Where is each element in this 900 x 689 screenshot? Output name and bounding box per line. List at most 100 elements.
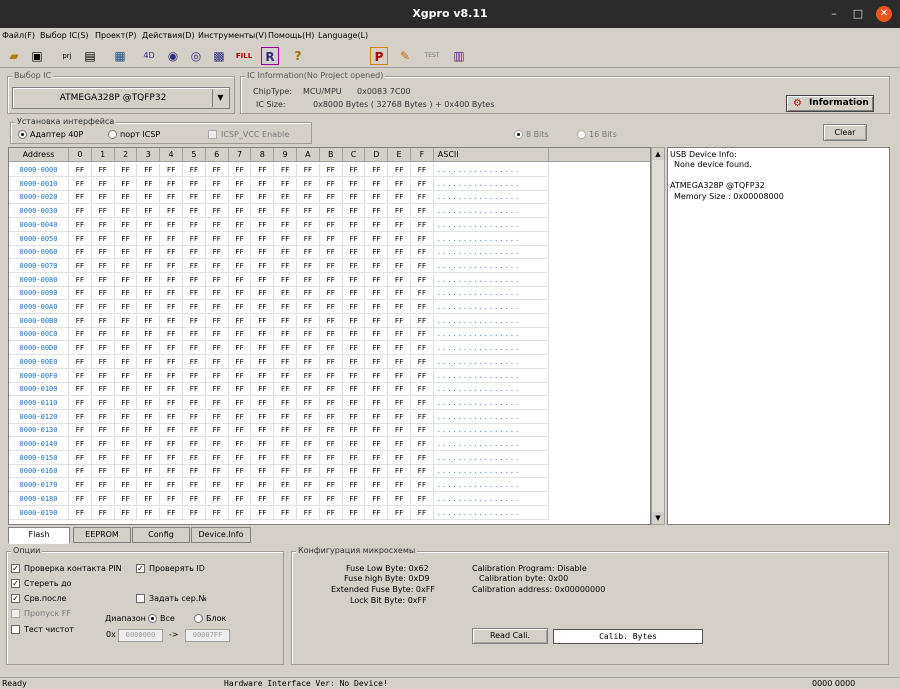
tab-eeprom[interactable]: EEPROM [73, 527, 131, 543]
byte-cell[interactable]: FF [365, 259, 389, 273]
byte-cell[interactable]: FF [183, 369, 206, 383]
byte-cell[interactable]: FF [91, 218, 115, 232]
scroll-down-icon[interactable]: ▼ [652, 512, 664, 524]
byte-cell[interactable]: FF [183, 424, 206, 438]
byte-cell[interactable]: FF [183, 383, 206, 397]
byte-cell[interactable]: FF [183, 246, 206, 260]
byte-cell[interactable]: FF [274, 287, 297, 301]
byte-cell[interactable]: FF [228, 164, 252, 177]
byte-cell[interactable]: FF [274, 205, 297, 219]
byte-cell[interactable]: FF [160, 479, 183, 493]
byte-cell[interactable]: FF [69, 383, 92, 397]
byte-cell[interactable]: FF [183, 396, 206, 410]
byte-cell[interactable]: FF [297, 410, 320, 424]
byte-cell[interactable]: FF [205, 246, 229, 260]
byte-cell[interactable]: FF [388, 328, 411, 342]
byte-cell[interactable]: FF [342, 410, 366, 424]
range-block-radio[interactable] [194, 614, 203, 623]
byte-cell[interactable]: FF [137, 232, 161, 246]
byte-cell[interactable]: FF [365, 287, 389, 301]
byte-cell[interactable]: FF [342, 205, 366, 219]
byte-cell[interactable]: FF [137, 259, 161, 273]
byte-cell[interactable]: FF [228, 246, 252, 260]
fill-icon[interactable]: FILL [235, 47, 253, 65]
byte-cell[interactable]: FF [183, 287, 206, 301]
byte-cell[interactable]: FF [297, 314, 320, 328]
byte-cell[interactable]: FF [91, 273, 115, 287]
byte-cell[interactable]: FF [114, 355, 138, 369]
byte-cell[interactable]: FF [91, 492, 115, 506]
byte-cell[interactable]: FF [137, 396, 161, 410]
byte-cell[interactable]: FF [411, 301, 434, 314]
byte-cell[interactable]: FF [160, 438, 183, 451]
byte-cell[interactable]: FF [205, 301, 229, 314]
byte-cell[interactable]: FF [251, 410, 275, 424]
range-to-field[interactable]: 00007FF [185, 629, 230, 642]
byte-cell[interactable]: FF [388, 232, 411, 246]
set-serial-checkbox[interactable] [136, 594, 145, 603]
r-icon[interactable]: R [261, 47, 279, 65]
byte-cell[interactable]: FF [114, 218, 138, 232]
byte-cell[interactable]: FF [297, 273, 320, 287]
byte-cell[interactable]: FF [388, 342, 411, 356]
byte-cell[interactable]: FF [319, 410, 343, 424]
byte-cell[interactable]: FF [114, 287, 138, 301]
byte-cell[interactable]: FF [365, 424, 389, 438]
byte-cell[interactable]: FF [319, 287, 343, 301]
byte-cell[interactable]: FF [69, 191, 92, 205]
byte-cell[interactable]: FF [411, 164, 434, 177]
byte-cell[interactable]: FF [137, 177, 161, 191]
byte-cell[interactable]: FF [160, 451, 183, 465]
byte-cell[interactable]: FF [319, 424, 343, 438]
byte-cell[interactable]: FF [228, 355, 252, 369]
byte-cell[interactable]: FF [251, 164, 275, 177]
byte-cell[interactable]: FF [69, 451, 92, 465]
byte-cell[interactable]: FF [137, 465, 161, 479]
byte-cell[interactable]: FF [251, 438, 275, 451]
byte-cell[interactable]: FF [297, 342, 320, 356]
byte-cell[interactable]: FF [137, 191, 161, 205]
byte-cell[interactable]: FF [228, 301, 252, 314]
byte-cell[interactable]: FF [319, 232, 343, 246]
byte-cell[interactable]: FF [388, 424, 411, 438]
byte-cell[interactable]: FF [205, 273, 229, 287]
byte-cell[interactable]: FF [319, 177, 343, 191]
byte-cell[interactable]: FF [91, 232, 115, 246]
menu-file[interactable]: Файл(F) [2, 31, 35, 40]
byte-cell[interactable]: FF [205, 287, 229, 301]
byte-cell[interactable]: FF [183, 191, 206, 205]
byte-cell[interactable]: FF [228, 369, 252, 383]
byte-cell[interactable]: FF [274, 438, 297, 451]
verify-icon[interactable]: ◎ [187, 47, 205, 65]
byte-cell[interactable]: FF [365, 342, 389, 356]
byte-cell[interactable]: FF [183, 479, 206, 493]
byte-cell[interactable]: FF [388, 506, 411, 520]
byte-cell[interactable]: FF [274, 259, 297, 273]
byte-cell[interactable]: FF [274, 506, 297, 520]
byte-cell[interactable]: FF [183, 314, 206, 328]
byte-cell[interactable]: FF [160, 410, 183, 424]
byte-cell[interactable]: FF [365, 246, 389, 260]
save-project-icon[interactable]: ▤ [81, 47, 99, 65]
byte-cell[interactable]: FF [411, 259, 434, 273]
byte-cell[interactable]: FF [365, 177, 389, 191]
byte-cell[interactable]: FF [251, 246, 275, 260]
byte-cell[interactable]: FF [114, 506, 138, 520]
byte-cell[interactable]: FF [251, 301, 275, 314]
byte-cell[interactable]: FF [160, 287, 183, 301]
byte-cell[interactable]: FF [160, 218, 183, 232]
byte-cell[interactable]: FF [137, 205, 161, 219]
byte-cell[interactable]: FF [137, 301, 161, 314]
byte-cell[interactable]: FF [183, 410, 206, 424]
byte-cell[interactable]: FF [69, 369, 92, 383]
byte-cell[interactable]: FF [91, 301, 115, 314]
ic-select-combo[interactable]: ATMEGA328P @TQFP32 ▼ [12, 87, 230, 109]
byte-cell[interactable]: FF [69, 355, 92, 369]
byte-cell[interactable]: FF [205, 218, 229, 232]
byte-cell[interactable]: FF [114, 369, 138, 383]
byte-cell[interactable]: FF [297, 232, 320, 246]
byte-cell[interactable]: FF [137, 492, 161, 506]
byte-cell[interactable]: FF [274, 191, 297, 205]
adapter-40p-radio[interactable] [18, 130, 27, 139]
byte-cell[interactable]: FF [228, 438, 252, 451]
